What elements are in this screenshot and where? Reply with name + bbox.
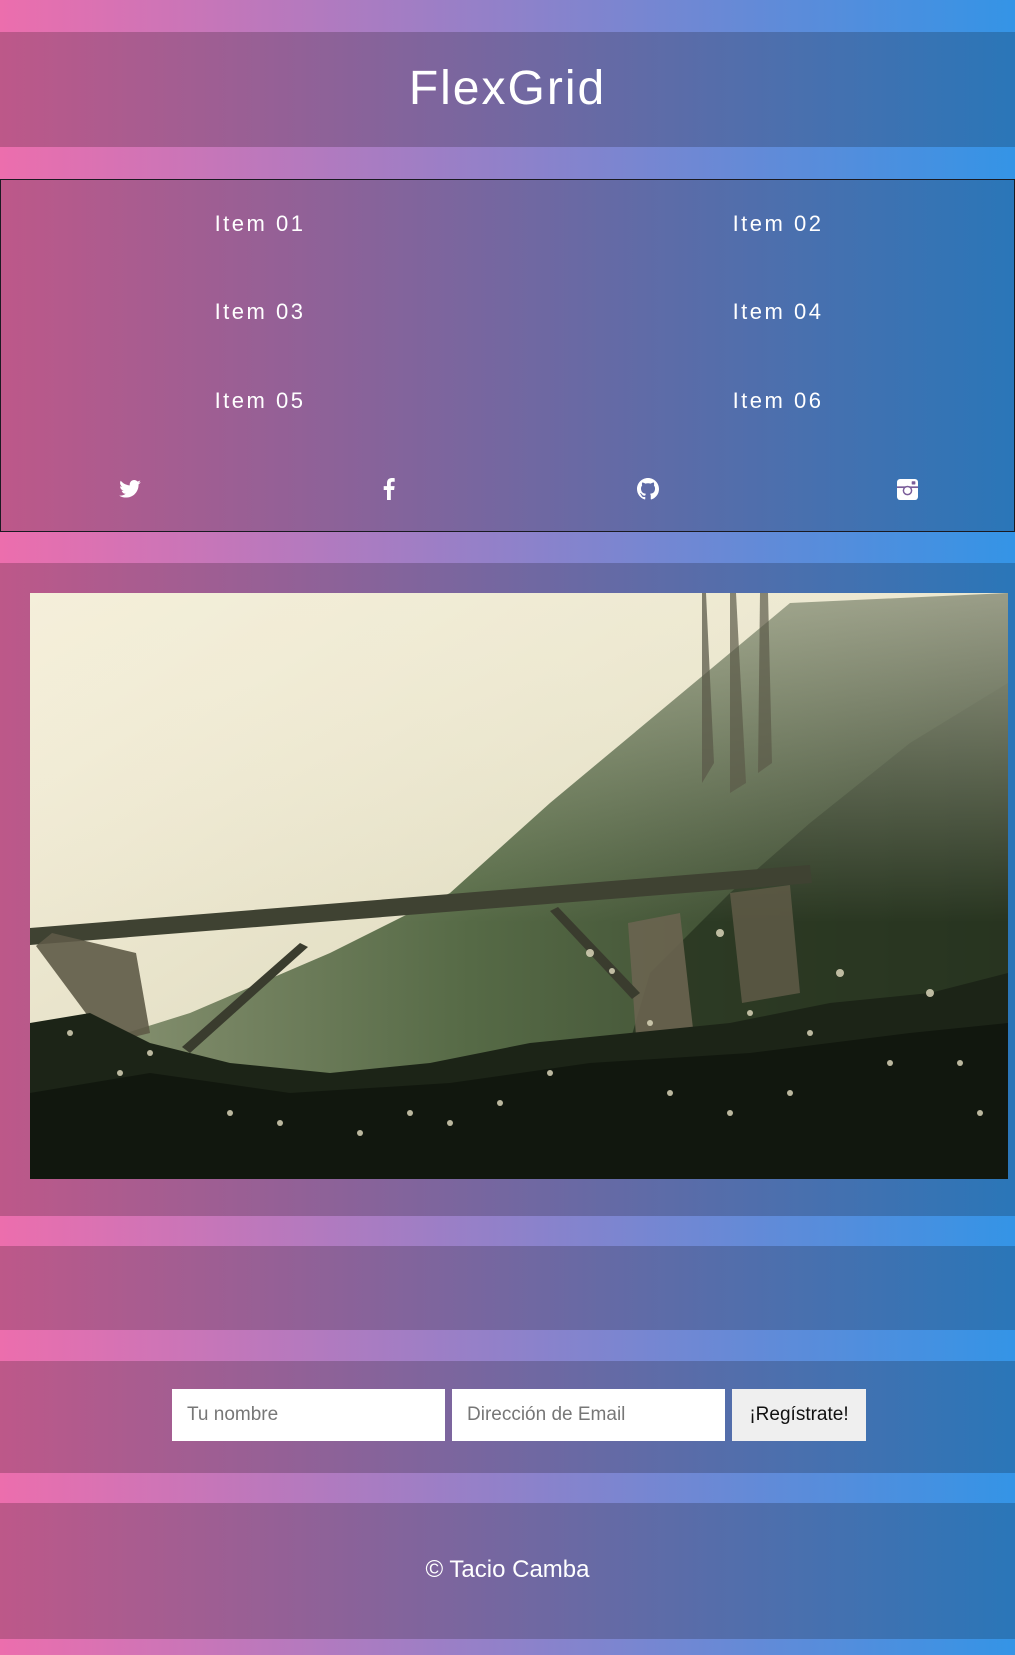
facebook-icon[interactable]: [374, 474, 404, 504]
hero-section: [0, 563, 1015, 1216]
spacer-band: [0, 1246, 1015, 1330]
nav-item-02[interactable]: Item 02: [678, 211, 878, 237]
nav-item-05[interactable]: Item 05: [160, 388, 360, 414]
nav-item-06[interactable]: Item 06: [678, 388, 878, 414]
hero-photo: [30, 593, 1008, 1179]
nav-item-01[interactable]: Item 01: [160, 211, 360, 237]
nav-item-03[interactable]: Item 03: [160, 299, 360, 325]
nav-grid: Item 01 Item 02 Item 03 Item 04 Item 05 …: [0, 179, 1015, 532]
site-title: FlexGrid: [408, 62, 607, 115]
register-button[interactable]: ¡Regístrate!: [732, 1389, 866, 1441]
signup-form: ¡Regístrate!: [0, 1361, 1015, 1473]
site-footer: © Tacio Camba: [0, 1503, 1015, 1639]
twitter-icon[interactable]: [115, 474, 145, 504]
instagram-icon[interactable]: [892, 474, 922, 504]
github-icon[interactable]: [633, 474, 663, 504]
email-input[interactable]: [452, 1389, 725, 1441]
name-input[interactable]: [172, 1389, 445, 1441]
copyright-text: © Tacio Camba: [425, 1556, 590, 1583]
site-header: FlexGrid: [0, 32, 1015, 147]
nav-item-04[interactable]: Item 04: [678, 299, 878, 325]
